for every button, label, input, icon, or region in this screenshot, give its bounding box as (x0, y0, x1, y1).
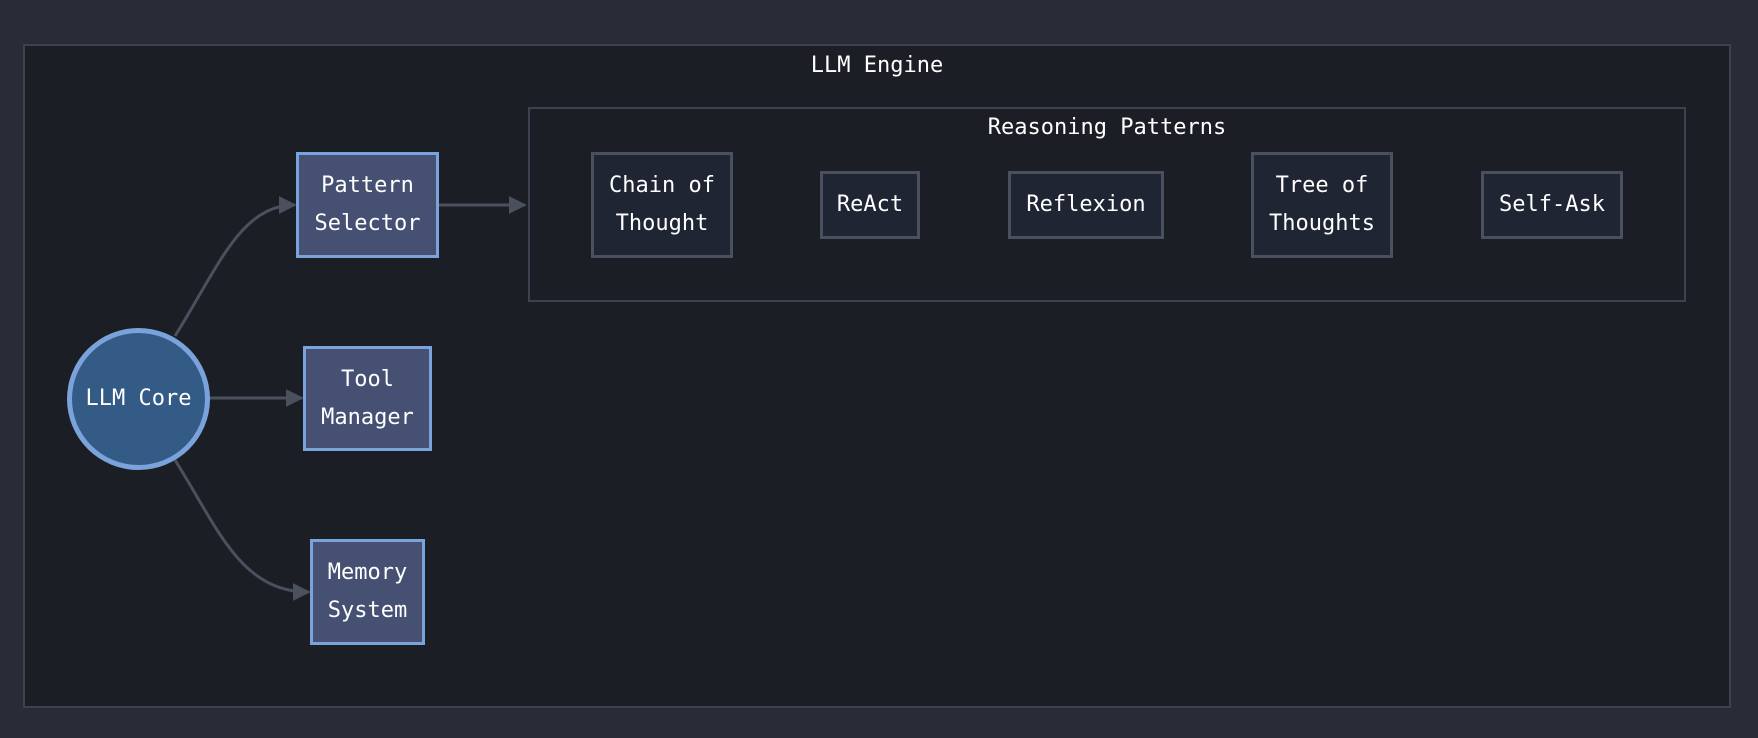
memory-system-node[interactable]: Memory System (310, 539, 425, 645)
diagram-canvas: LLM Engine Reasoning Patterns LLM Core P… (0, 0, 1758, 738)
edge-core-to-memory-system (173, 459, 311, 601)
pattern-tree-of-thoughts[interactable]: Tree of Thoughts (1251, 152, 1393, 258)
pattern-react[interactable]: ReAct (820, 171, 920, 239)
pattern-selector-node[interactable]: Pattern Selector (296, 152, 439, 258)
tool-manager-node[interactable]: Tool Manager (303, 346, 432, 451)
pattern-chain-of-thought[interactable]: Chain of Thought (591, 152, 733, 258)
pattern-reflexion[interactable]: Reflexion (1008, 171, 1164, 239)
edge-core-to-pattern-selector (173, 196, 297, 337)
pattern-self-ask[interactable]: Self-Ask (1481, 171, 1623, 239)
llm-core-node[interactable]: LLM Core (67, 328, 210, 470)
edges (173, 196, 527, 601)
